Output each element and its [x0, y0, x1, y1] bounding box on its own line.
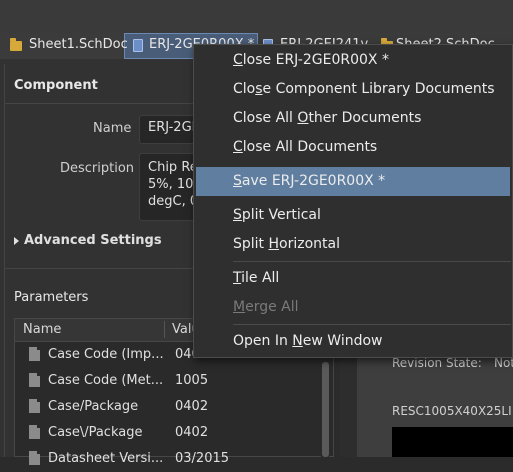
parameter-name: Datasheet Versi...: [48, 451, 164, 466]
menu-separator: [233, 261, 511, 262]
accelerator-key: O: [297, 110, 309, 126]
parameter-name: Case Code (Imp...: [48, 347, 164, 362]
table-row[interactable]: Case/Package 0402: [15, 394, 320, 420]
table-scrollbar-thumb[interactable]: [322, 362, 329, 457]
name-label: Name: [93, 121, 132, 136]
tab-label: Sheet1.SchDoc: [29, 37, 128, 52]
parameter-name: Case/Package: [48, 399, 139, 414]
schematic-doc-icon: [10, 38, 22, 51]
description-label: Description: [60, 161, 135, 176]
table-row[interactable]: Case Code (Met... 1005: [15, 368, 320, 394]
component-doc-icon: [133, 39, 143, 52]
menu-separator: [233, 324, 511, 325]
title-area: [0, 0, 513, 33]
parameter-name: Case\/Package: [48, 425, 143, 440]
menu-item-split-horizontal[interactable]: Split Horizontal: [233, 236, 340, 252]
advanced-settings-label: Advanced Settings: [24, 233, 162, 248]
column-separator[interactable]: [164, 321, 165, 338]
footprint-name: RESC1005X40X25LI: [392, 404, 512, 418]
menu-item-split-vertical[interactable]: Split Vertical: [233, 207, 321, 223]
accelerator-key: C: [233, 139, 243, 155]
parameter-icon: [29, 450, 41, 465]
accelerator-key: s: [255, 81, 263, 97]
menu-item-close-all-documents[interactable]: Close All Documents: [233, 139, 377, 155]
menu-item-tile-all[interactable]: Tile All: [233, 270, 279, 286]
parameter-value: 0402: [175, 425, 209, 440]
parameter-value: 1005: [175, 373, 209, 388]
parameter-icon: [29, 372, 41, 387]
accelerator-key: M: [233, 299, 246, 315]
parameters-section-title: Parameters: [14, 290, 89, 305]
accelerator-key: N: [292, 333, 303, 349]
menu-item-open-in-new-window[interactable]: Open In New Window: [233, 333, 383, 349]
advanced-settings-toggle[interactable]: Advanced Settings: [14, 233, 162, 248]
revision-state-label: Revision State:: [392, 356, 482, 370]
accelerator-key: H: [268, 236, 280, 252]
menu-item-merge-all: Merge All: [233, 299, 299, 315]
parameter-value: 03/2015: [175, 451, 230, 466]
table-row[interactable]: Datasheet Versi... 03/2015: [15, 446, 320, 472]
revision-state-value: Not: [494, 356, 513, 370]
expand-arrow-icon: [14, 236, 19, 245]
divider: [5, 268, 220, 269]
parameter-icon: [29, 424, 41, 439]
component-section-title: Component: [14, 78, 98, 93]
parameter-value: 0402: [175, 399, 209, 414]
menu-item-close-component-library-documents[interactable]: Close Component Library Documents: [233, 81, 495, 97]
column-header-name[interactable]: Name: [23, 322, 61, 337]
accelerator-key: S: [233, 173, 242, 189]
table-row[interactable]: Case\/Package 0402: [15, 420, 320, 446]
parameter-icon: [29, 346, 41, 361]
menu-item-save-document[interactable]: Save ERJ-2GE0R00X *: [233, 173, 385, 189]
menu-item-close-document[interactable]: Close ERJ-2GE0R00X *: [233, 52, 389, 68]
footprint-preview: [392, 427, 513, 457]
menu-item-close-all-other-documents[interactable]: Close All Other Documents: [233, 110, 421, 126]
parameter-icon: [29, 398, 41, 413]
accelerator-key: S: [233, 207, 242, 223]
divider: [5, 103, 220, 104]
panel-border: [4, 64, 5, 457]
accelerator-key: T: [233, 270, 242, 286]
accelerator-key: C: [233, 52, 243, 68]
parameter-name: Case Code (Met...: [48, 373, 164, 388]
